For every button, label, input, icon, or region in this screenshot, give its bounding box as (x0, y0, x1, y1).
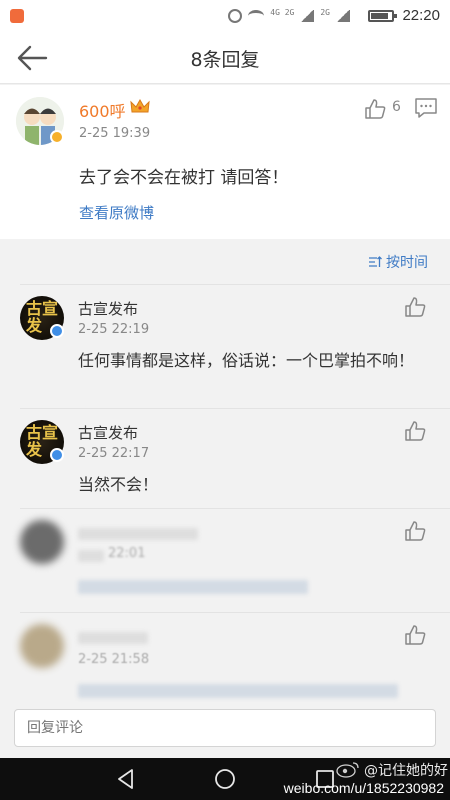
wifi-icon (248, 10, 265, 22)
reply-time: 22:01 (108, 546, 146, 561)
sort-label: 按时间 (386, 255, 428, 271)
system-nav-bar: @记住她的好 weibo.com/u/1852230982 (0, 758, 450, 800)
reply-author-name[interactable]: 古宣发布 (78, 298, 138, 319)
blurred-time-prefix (78, 550, 104, 562)
divider (20, 284, 450, 285)
thumb-up-icon[interactable] (364, 98, 386, 120)
network-type-label: 4G 2G (270, 8, 295, 17)
original-post: 600呼 2-25 19:39 6 去了会不会在被打 请回答！ 查看原微博 (0, 85, 450, 239)
page-title: 8条回复 (190, 49, 260, 71)
divider (20, 408, 450, 409)
view-original-link[interactable]: 查看原微博 (79, 202, 154, 223)
reply-time: 2-25 21:58 (78, 652, 150, 667)
crown-icon (130, 99, 150, 113)
blurred-reply-text (78, 684, 398, 698)
system-home-icon[interactable] (213, 767, 237, 791)
post-time: 2-25 19:39 (79, 126, 151, 141)
reply-item: 古宣发 古宣发布 2-25 22:17 当然不会！ (0, 408, 450, 508)
verified-badge-icon (50, 448, 64, 462)
app-notification-icon (10, 9, 24, 23)
avatar[interactable] (20, 624, 64, 668)
status-bar: 4G 2G 2G 22:20 (0, 0, 450, 32)
status-icons: 4G 2G 2G (228, 8, 350, 24)
post-text: 去了会不会在被打 请回答！ (79, 168, 289, 188)
avatar[interactable] (20, 520, 64, 564)
divider (20, 508, 450, 509)
divider (20, 612, 450, 613)
signal-icon-2 (336, 10, 350, 22)
sort-toggle[interactable]: 按时间 (368, 252, 428, 272)
blurred-author-name (78, 632, 148, 644)
sort-icon (369, 256, 382, 267)
reply-text: 任何事情都是这样，俗话说：一个巴掌拍不响！ (78, 351, 415, 370)
reply-item: 古宣发 古宣发布 2-25 22:19 任何事情都是这样，俗话说：一个巴掌拍不响… (0, 284, 450, 408)
thumb-up-icon[interactable] (404, 296, 426, 318)
blurred-reply-text (78, 580, 308, 594)
reply-author-name[interactable]: 古宣发布 (78, 422, 138, 443)
reply-time: 2-25 22:19 (78, 322, 150, 337)
signal-icon (300, 10, 315, 22)
signal-type-label: 2G (320, 8, 330, 17)
verified-badge-icon (50, 130, 64, 144)
status-time: 22:20 (402, 7, 440, 24)
thumb-up-icon[interactable] (404, 624, 426, 646)
reply-input[interactable] (14, 709, 436, 747)
alarm-icon (228, 9, 243, 23)
watermark-url: weibo.com/u/1852230982 (283, 780, 444, 796)
reply-time: 2-25 22:17 (78, 446, 150, 461)
blurred-author-name (78, 528, 198, 540)
verified-badge-icon (50, 324, 64, 338)
post-author-name[interactable]: 600呼 (79, 98, 126, 122)
reply-text: 当然不会！ (78, 475, 159, 494)
reply-item: 2-25 21:58 (0, 612, 450, 702)
comment-icon[interactable] (414, 97, 438, 119)
thumb-up-icon[interactable] (404, 520, 426, 542)
reply-item: 22:01 (0, 508, 450, 612)
watermark-account: @记住她的好 (364, 763, 448, 779)
system-back-icon[interactable] (114, 767, 138, 791)
nav-bar: 8条回复 (0, 32, 450, 84)
post-like-count: 6 (392, 99, 401, 115)
battery-icon (368, 10, 397, 22)
thumb-up-icon[interactable] (404, 420, 426, 442)
weibo-logo-icon (336, 762, 359, 778)
